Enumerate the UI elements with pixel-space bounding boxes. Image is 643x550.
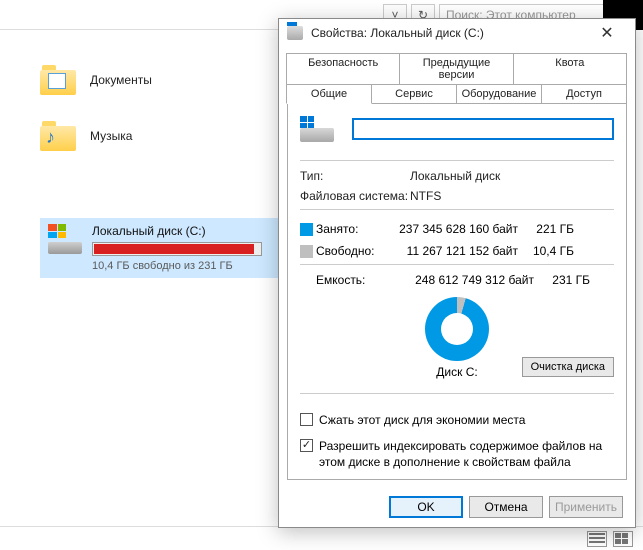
- drive-usage-bar: [92, 242, 262, 256]
- type-label: Тип:: [300, 169, 410, 183]
- type-value: Локальный диск: [410, 169, 614, 183]
- dialog-button-bar: OK Отмена Применить: [279, 488, 635, 528]
- compress-label: Сжать этот диск для экономии места: [319, 412, 525, 428]
- drive-info: Локальный диск (C:) 10,4 ГБ свободно из …: [92, 224, 294, 272]
- drive-icon: [287, 26, 303, 40]
- drive-subtitle: 10,4 ГБ свободно из 231 ГБ: [92, 260, 294, 272]
- ok-button[interactable]: OK: [389, 496, 463, 518]
- disk-cleanup-button[interactable]: Очистка диска: [522, 357, 614, 377]
- explorer-statusbar: [0, 526, 643, 550]
- folder-label: Музыка: [90, 129, 132, 143]
- drive-icon: [300, 116, 334, 142]
- tabs-container: Безопасность Предыдущие версии Квота Общ…: [279, 47, 635, 104]
- capacity-bytes: 248 612 749 312 байт: [410, 273, 540, 287]
- tabs-row-1: Безопасность Предыдущие версии Квота: [287, 53, 627, 85]
- drive-title: Локальный диск (C:): [92, 224, 294, 238]
- close-button[interactable]: ✕: [587, 19, 627, 47]
- apply-button[interactable]: Применить: [549, 496, 623, 518]
- donut-label: Диск C:: [436, 365, 477, 379]
- properties-dialog: Свойства: Локальный диск (C:) ✕ Безопасн…: [278, 18, 636, 528]
- drive-item-c[interactable]: Локальный диск (C:) 10,4 ГБ свободно из …: [40, 218, 302, 278]
- folder-label: Документы: [90, 73, 152, 87]
- used-label: Занято:: [316, 222, 394, 236]
- dialog-titlebar[interactable]: Свойства: Локальный диск (C:) ✕: [279, 19, 635, 47]
- checkbox-icon: [300, 413, 313, 426]
- tab-tools[interactable]: Сервис: [371, 84, 457, 104]
- tab-security[interactable]: Безопасность: [286, 53, 400, 85]
- folder-icon: ♪: [40, 121, 76, 151]
- tab-hardware[interactable]: Оборудование: [456, 84, 542, 104]
- view-list-button[interactable]: [587, 531, 607, 547]
- dialog-title: Свойства: Локальный диск (C:): [311, 26, 587, 40]
- tab-quota[interactable]: Квота: [513, 53, 627, 85]
- folder-icon: [40, 65, 76, 95]
- tab-panel-general: Тип: Локальный диск Файловая система: NT…: [287, 104, 627, 480]
- free-gb: 10,4 ГБ: [524, 244, 574, 258]
- capacity-gb: 231 ГБ: [540, 273, 590, 287]
- tabs-row-2: Общие Сервис Оборудование Доступ: [287, 84, 627, 104]
- compress-checkbox-row[interactable]: Сжать этот диск для экономии места: [300, 412, 614, 428]
- cancel-button[interactable]: Отмена: [469, 496, 543, 518]
- usage-donut-chart: [425, 297, 489, 361]
- used-color-swatch: [300, 223, 313, 236]
- free-color-swatch: [300, 245, 313, 258]
- checkbox-checked-icon: ✓: [300, 439, 313, 452]
- free-label: Свободно:: [316, 244, 394, 258]
- filesystem-label: Файловая система:: [300, 189, 410, 203]
- index-checkbox-row[interactable]: ✓ Разрешить индексировать содержимое фай…: [300, 438, 614, 470]
- filesystem-value: NTFS: [410, 189, 614, 203]
- tab-general[interactable]: Общие: [286, 84, 372, 104]
- tab-sharing[interactable]: Доступ: [541, 84, 627, 104]
- free-bytes: 11 267 121 152 байт: [394, 244, 524, 258]
- used-gb: 221 ГБ: [524, 222, 574, 236]
- drive-name-input[interactable]: [352, 118, 614, 140]
- capacity-label: Емкость:: [316, 273, 410, 287]
- used-bytes: 237 345 628 160 байт: [394, 222, 524, 236]
- view-grid-button[interactable]: [613, 531, 633, 547]
- drive-icon: [48, 224, 82, 254]
- tab-previous-versions[interactable]: Предыдущие версии: [399, 53, 513, 85]
- index-label: Разрешить индексировать содержимое файло…: [319, 438, 614, 470]
